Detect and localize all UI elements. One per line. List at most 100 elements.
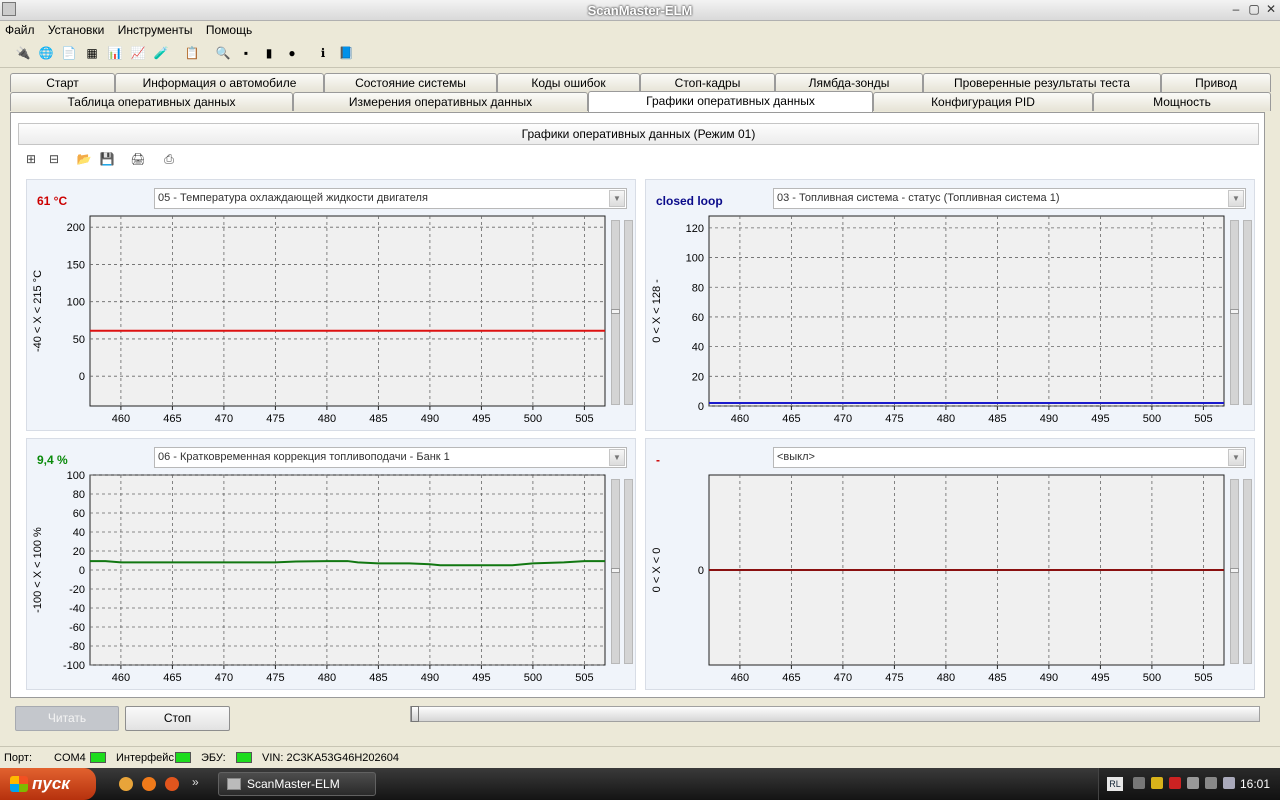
search-icon[interactable]: 🔍 — [214, 44, 232, 62]
tab-live-data-meters[interactable]: Измерения оперативных данных — [293, 92, 588, 111]
tab-start[interactable]: Старт — [10, 73, 115, 92]
clipboard-icon[interactable]: 📋 — [183, 44, 201, 62]
tab-vehicle-info[interactable]: Информация о автомобиле — [115, 73, 324, 92]
y-tick-label: 100 — [686, 253, 704, 265]
system-tray: RL 16:01 — [1098, 768, 1280, 800]
tab-test-results[interactable]: Проверенные результаты теста — [923, 73, 1161, 92]
read-button[interactable]: Читать — [15, 706, 119, 731]
maximize-button[interactable]: ▢ — [1246, 2, 1262, 18]
tab-freeze-frames[interactable]: Стоп-кадры — [640, 73, 775, 92]
terminal-icon[interactable]: ▪ — [237, 44, 255, 62]
tab-live-data-graphs[interactable]: Графики оперативных данных — [588, 91, 873, 112]
graph-chart: 460 465 470 475 480 485 490 495 500 5052001501005… — [32, 215, 606, 425]
quicklaunch-more-icon[interactable]: » — [192, 775, 199, 789]
time-slider[interactable] — [410, 706, 1260, 722]
sensor-icon[interactable]: 🧪 — [152, 44, 170, 62]
tab-system-status[interactable]: Состояние системы — [324, 73, 497, 92]
taskbar-item-scanmaster[interactable]: ScanMaster-ELM — [218, 772, 376, 796]
language-indicator[interactable]: RL — [1107, 777, 1123, 791]
close-button[interactable]: ✕ — [1263, 2, 1279, 18]
tab-trouble-codes[interactable]: Коды ошибок — [497, 73, 640, 92]
y-tick-label: 80 — [692, 282, 704, 294]
graph-vscroll-1[interactable] — [611, 220, 620, 405]
main-toolbar: 🔌 🌐 📄 ▦ 📊 📈 🧪 📋 🔍 ▪ ▮ ● ℹ 📘 — [0, 40, 1280, 68]
print-preview-icon[interactable]: ⎙ — [160, 150, 178, 168]
port-label: Порт: — [4, 752, 32, 764]
x-tick-label: 475 — [266, 672, 284, 684]
x-tick-label: 500 — [1143, 672, 1161, 684]
graph-vscroll-2[interactable] — [1243, 220, 1252, 405]
graph-vscroll-2[interactable] — [1243, 479, 1252, 664]
graph-icon[interactable]: 📈 — [129, 44, 147, 62]
port-value: COM4 — [54, 752, 86, 764]
graph-chart: 460 465 470 475 480 485 490 495 500 505 0 0 < X < 0 — [651, 474, 1225, 684]
x-tick-label: 475 — [266, 413, 284, 425]
x-tick-label: 475 — [885, 672, 903, 684]
range-label: -100 < X < 100 % — [32, 527, 44, 613]
book-icon[interactable]: 📘 — [337, 44, 355, 62]
tab-pid-config[interactable]: Конфигурация PID — [873, 92, 1093, 111]
quicklaunch-media-icon[interactable] — [142, 777, 156, 791]
remove-graph-icon[interactable]: ⊟ — [45, 150, 63, 168]
save-icon[interactable]: 💾 — [98, 150, 116, 168]
scroll-thumb[interactable] — [1230, 309, 1239, 314]
shield-icon[interactable] — [1151, 777, 1163, 789]
globe-icon[interactable]: 🌐 — [37, 44, 55, 62]
graph-vscroll-1[interactable] — [611, 479, 620, 664]
tray-arrow-icon[interactable] — [1133, 777, 1145, 789]
minimize-button[interactable]: – — [1228, 2, 1244, 18]
status-bar: Порт: COM4 Интерфейс: ЭБУ: VIN: 2C3KA53G… — [0, 746, 1280, 768]
slider-knob[interactable] — [411, 706, 419, 722]
interface-led — [175, 752, 191, 763]
tab-row-2: Таблица оперативных данных Измерения опе… — [10, 91, 1275, 112]
menu-bar: Файл Установки Инструменты Помощь — [0, 21, 1280, 40]
connect-icon[interactable]: 🔌 — [14, 44, 32, 62]
document-icon[interactable]: 📄 — [60, 44, 78, 62]
stop-button[interactable]: Стоп — [125, 706, 230, 731]
y-tick-label: 0 — [79, 371, 85, 383]
x-tick-label: 470 — [215, 672, 233, 684]
y-tick-label: -40 — [69, 603, 85, 615]
scroll-thumb[interactable] — [1230, 568, 1239, 573]
open-icon[interactable]: 📂 — [75, 150, 93, 168]
table-icon[interactable]: ▦ — [83, 44, 101, 62]
tab-oxygen-sensors[interactable]: Лямбда-зонды — [775, 73, 923, 92]
start-button[interactable]: пуск — [0, 768, 96, 800]
graph-vscroll-2[interactable] — [624, 479, 633, 664]
x-tick-label: 480 — [937, 672, 955, 684]
network-icon[interactable] — [1169, 777, 1181, 789]
quicklaunch-app-icon[interactable] — [119, 777, 133, 791]
ecu-label: ЭБУ: — [201, 752, 226, 764]
gauge-icon[interactable]: ● — [283, 44, 301, 62]
menu-tools[interactable]: Инструменты — [113, 21, 198, 39]
tab-drive[interactable]: Привод — [1161, 73, 1271, 92]
info-icon[interactable]: ℹ — [314, 44, 332, 62]
volume-icon[interactable] — [1223, 777, 1235, 789]
quicklaunch-firefox-icon[interactable] — [165, 777, 179, 791]
y-tick-label: 0 — [698, 565, 704, 577]
plot-area — [89, 215, 606, 407]
print-icon[interactable]: 🖨 — [129, 150, 147, 168]
tab-live-data-table[interactable]: Таблица оперативных данных — [10, 92, 293, 111]
menu-help[interactable]: Помощь — [201, 21, 257, 39]
graph-vscroll-2[interactable] — [624, 220, 633, 405]
scanmaster-icon — [227, 778, 241, 790]
scroll-thumb[interactable] — [611, 309, 620, 314]
ecu-led — [236, 752, 252, 763]
x-tick-label: 485 — [369, 413, 387, 425]
chart-icon[interactable]: 📊 — [106, 44, 124, 62]
y-tick-label: -60 — [69, 622, 85, 634]
battery-tray-icon[interactable] — [1205, 777, 1217, 789]
x-tick-label: 485 — [988, 672, 1006, 684]
menu-file[interactable]: Файл — [0, 21, 40, 39]
add-graph-icon[interactable]: ⊞ — [22, 150, 40, 168]
battery-icon[interactable]: ▮ — [260, 44, 278, 62]
graph-vscroll-1[interactable] — [1230, 479, 1239, 664]
x-tick-label: 465 — [782, 413, 800, 425]
graph-vscroll-1[interactable] — [1230, 220, 1239, 405]
menu-settings[interactable]: Установки — [43, 21, 109, 39]
tab-power[interactable]: Мощность — [1093, 92, 1271, 111]
usb-icon[interactable] — [1187, 777, 1199, 789]
scroll-thumb[interactable] — [611, 568, 620, 573]
graph-chart: 460 465 470 475 480 485 490 495 500 505 100 80 60 40 2… — [32, 470, 606, 684]
